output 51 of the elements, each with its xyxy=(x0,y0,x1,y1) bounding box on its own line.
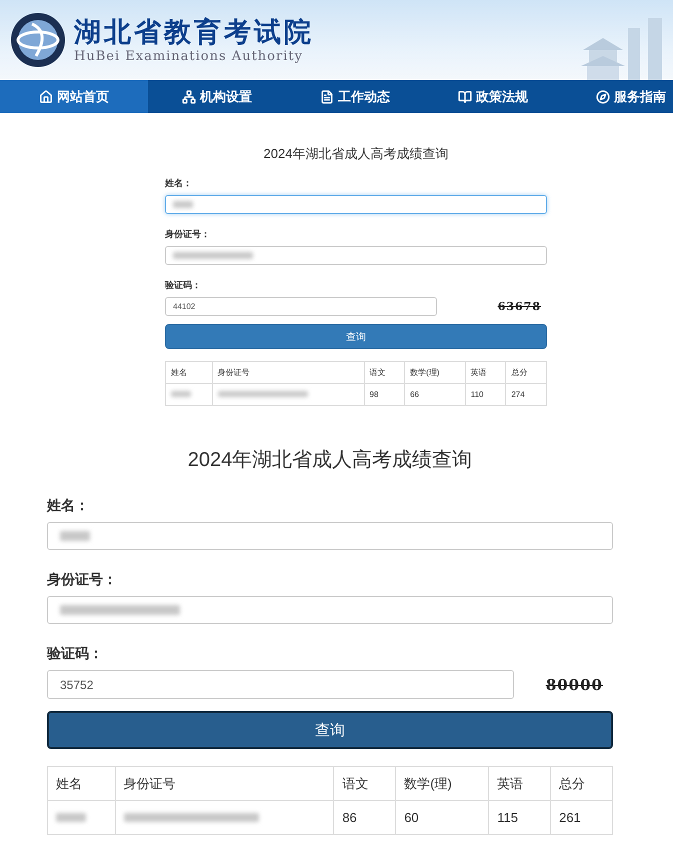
table-cell: 60 xyxy=(396,800,489,834)
table-cell: 274 xyxy=(506,384,546,406)
site-subtitle: HuBei Examinations Authority xyxy=(74,48,304,64)
logo-icon xyxy=(10,12,66,68)
field-label: 姓名： xyxy=(47,497,90,515)
table-cell: 66 xyxy=(404,384,466,406)
table-cell: 86 xyxy=(334,800,396,834)
table-cell: 98 xyxy=(364,384,405,406)
column-header: 数学(理) xyxy=(396,766,489,800)
table-cell: 110 xyxy=(465,384,506,406)
table-cell: 115 xyxy=(488,800,551,834)
query-button[interactable]: 查询 xyxy=(47,711,613,749)
column-header: 身份证号 xyxy=(115,766,334,800)
captcha-field[interactable]: 44102 xyxy=(165,297,437,316)
column-header: 英语 xyxy=(465,362,506,384)
column-header: 英语 xyxy=(488,766,551,800)
column-header: 语文 xyxy=(364,362,405,384)
nav-item[interactable]: 服务指南 xyxy=(562,80,673,113)
column-header: 姓名 xyxy=(48,766,116,800)
input-field[interactable] xyxy=(165,246,547,265)
home-icon xyxy=(39,90,53,104)
field-label: 身份证号： xyxy=(165,228,211,241)
nav-item[interactable]: 机构设置 xyxy=(148,80,286,113)
book-icon xyxy=(458,90,472,104)
form-title: 2024年湖北省成人高考成绩查询 xyxy=(262,145,450,163)
nav-item[interactable]: 网站首页 xyxy=(0,80,148,113)
sitemap-icon xyxy=(182,90,196,104)
column-header: 身份证号 xyxy=(212,362,364,384)
column-header: 姓名 xyxy=(166,362,212,384)
input-field[interactable] xyxy=(47,596,613,624)
query-button[interactable]: 查询 xyxy=(165,324,547,349)
field-label: 身份证号： xyxy=(47,571,118,589)
document-icon xyxy=(320,90,334,104)
site-title: 湖北省教育考试院 xyxy=(74,16,314,48)
column-header: 语文 xyxy=(334,766,396,800)
nav-item[interactable]: 工作动态 xyxy=(286,80,424,113)
input-field[interactable] xyxy=(47,522,613,550)
input-field[interactable] xyxy=(165,195,547,214)
column-header: 总分 xyxy=(506,362,546,384)
captcha-field[interactable]: 35752 xyxy=(47,670,514,699)
field-label: 姓名： xyxy=(165,177,193,190)
field-label: 验证码： xyxy=(47,645,104,663)
column-header: 数学(理) xyxy=(404,362,466,384)
captcha-image: 63678 xyxy=(498,300,541,313)
table-cell: 261 xyxy=(550,800,612,834)
captcha-image: 80000 xyxy=(546,676,603,694)
form-title: 2024年湖北省成人高考成绩查询 xyxy=(186,448,474,473)
nav-item[interactable]: 政策法规 xyxy=(424,80,562,113)
compass-icon xyxy=(596,90,610,104)
field-label: 验证码： xyxy=(165,279,202,292)
column-header: 总分 xyxy=(550,766,612,800)
